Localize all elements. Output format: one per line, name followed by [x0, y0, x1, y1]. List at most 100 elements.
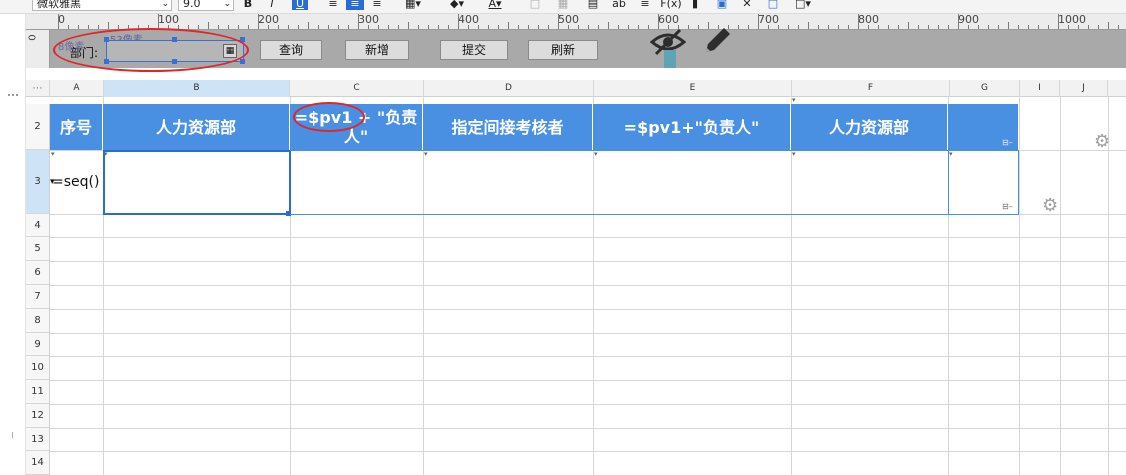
row-header-4[interactable]: 4 [26, 214, 50, 237]
row-header-6[interactable]: 6 [26, 261, 50, 285]
column-header-c[interactable]: C [290, 80, 424, 97]
row-header-11[interactable]: 11 [26, 380, 50, 404]
header-cell-a2[interactable]: 序号 [50, 104, 103, 150]
row-header-13[interactable]: 13 [26, 428, 50, 451]
font-name-select[interactable]: 微软雅黑 ⌄ [32, 0, 172, 11]
grid-line [50, 285, 1126, 286]
brush-icon[interactable]: ✕ [740, 0, 754, 10]
ruler-tick [68, 25, 69, 29]
column-header-b[interactable]: B [104, 80, 290, 97]
left-gutter [0, 14, 26, 475]
formula-button[interactable]: F(x) [660, 0, 682, 10]
insert-row-icon[interactable]: ▤ [586, 0, 600, 10]
header-cell-e2[interactable]: =$pv1+"负责人" [593, 104, 791, 150]
column-header-d[interactable]: D [424, 80, 594, 97]
align-right-icon[interactable]: ≡ [370, 0, 384, 10]
row-header-9[interactable]: 9 [26, 333, 50, 356]
ruler-tick [788, 25, 789, 29]
ruler-tick [308, 22, 309, 29]
header-text: =$pv1+"负责人" [623, 117, 760, 137]
image-icon[interactable]: ▣ [714, 0, 730, 10]
ruler-tick [1088, 25, 1089, 29]
ruler-tick [898, 25, 899, 29]
font-name-value: 微软雅黑 [37, 0, 81, 10]
grid-line [50, 380, 1126, 381]
ruler-tick [808, 22, 809, 29]
merge-cells-icon[interactable]: □ [528, 0, 542, 10]
column-header-j[interactable]: J [1060, 80, 1108, 97]
strike-button[interactable]: ab [610, 0, 628, 10]
text-color-button[interactable]: A▾ [480, 0, 510, 10]
ruler-tick [488, 25, 489, 29]
italic-button[interactable]: I [266, 0, 278, 10]
doc-icon[interactable]: □ [766, 0, 780, 10]
chart-icon[interactable]: ▮ [688, 0, 702, 10]
header-cell-f2[interactable]: 人力资源部 [791, 104, 948, 150]
split-cells-icon[interactable]: ▦ [556, 0, 570, 10]
column-header-e[interactable]: E [594, 80, 792, 97]
cell-expand-icon[interactable]: ⊟– [1002, 202, 1013, 211]
red-annotation-ellipse [293, 102, 365, 132]
row-header-8[interactable]: 8 [26, 309, 50, 333]
resize-handle[interactable] [240, 59, 245, 64]
row-header-2[interactable]: 2 [26, 104, 50, 150]
text-color-label: A [488, 0, 496, 10]
query-button[interactable]: 查询 [260, 40, 322, 60]
frame-icon[interactable]: □▾ [790, 0, 816, 10]
header-cell-b2[interactable]: 人力资源部 [103, 104, 290, 150]
header-cell-d2[interactable]: 指定间接考核者 [423, 104, 593, 150]
formula-cell-a3[interactable]: =seq() [52, 174, 99, 190]
submit-button[interactable]: 提交 [440, 40, 508, 60]
row-header-5[interactable]: 5 [26, 237, 50, 261]
column-header-a[interactable]: A [50, 80, 104, 97]
row-header-12[interactable]: 12 [26, 404, 50, 428]
column-header-i[interactable]: I [1020, 80, 1060, 97]
border-icon[interactable]: ▦▾ [398, 0, 428, 10]
refresh-button[interactable]: 刷新 [528, 40, 598, 60]
ruler-tick [428, 25, 429, 29]
vertical-ruler: 0 [26, 30, 50, 68]
row-header-3[interactable]: 3 [26, 150, 50, 214]
fill-color-icon[interactable]: ◆▾ [442, 0, 472, 10]
ruler-tick [438, 25, 439, 29]
row-header-14[interactable]: 14 [26, 451, 50, 475]
grid-line [1060, 97, 1061, 475]
column-header-g[interactable]: G [950, 80, 1020, 97]
settings-gear-icon[interactable]: ⚙ [1042, 197, 1058, 215]
cell-expand-icon[interactable]: ⊟– [1002, 138, 1013, 147]
bold-button[interactable]: B [242, 0, 254, 10]
ruler-tick [698, 25, 699, 29]
ruler-tick [1068, 25, 1069, 29]
grid-menu-icon[interactable] [8, 94, 18, 102]
add-button[interactable]: 新增 [345, 40, 409, 60]
wrap-text-icon[interactable]: ≡ [638, 0, 652, 10]
ruler-tick [768, 25, 769, 29]
ruler-tick [888, 25, 889, 29]
row-header-7[interactable]: 7 [26, 285, 50, 309]
resize-handle[interactable] [12, 432, 13, 438]
ruler-tick [838, 25, 839, 29]
ruler-tick [1098, 25, 1099, 29]
ruler-tick [1038, 25, 1039, 29]
cell-marker-icon: ▾ [792, 96, 796, 104]
settings-gear-icon[interactable]: ⚙ [1094, 133, 1110, 151]
ruler-tick [748, 25, 749, 29]
underline-button[interactable]: U [292, 0, 308, 10]
edit-pencil-icon[interactable] [700, 26, 734, 56]
ruler-tick [648, 25, 649, 29]
ruler-tick [238, 25, 239, 29]
ruler-tick [298, 25, 299, 29]
select-all-corner[interactable]: ⋯ [26, 80, 50, 97]
cell-marker-icon: ▾ [51, 150, 55, 158]
column-header-f[interactable]: F [792, 80, 950, 97]
grid-line [1019, 97, 1020, 475]
ruler-tick [618, 25, 619, 29]
ruler-tick [58, 14, 59, 29]
align-left-icon[interactable]: ≡ [326, 0, 340, 10]
row-header-10[interactable]: 10 [26, 356, 50, 380]
align-center-icon[interactable]: ≡ [346, 0, 364, 10]
selected-cell-b3[interactable] [103, 150, 291, 215]
ruler-tick [1058, 14, 1059, 29]
ruler-tick [268, 25, 269, 29]
font-size-select[interactable]: 9.0 ⌄ [178, 0, 234, 11]
